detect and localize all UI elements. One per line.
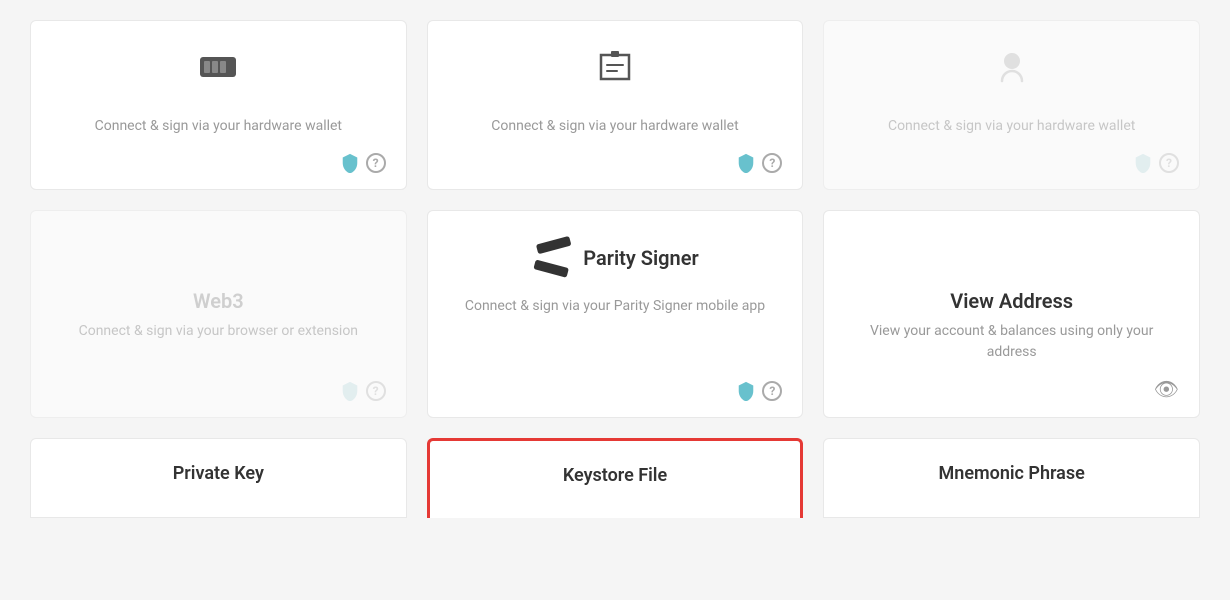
parity-signer-title: Parity Signer xyxy=(583,246,698,270)
shield-icon-1 xyxy=(340,153,360,173)
card-footer-3: ? xyxy=(1133,153,1179,173)
hardware-wallet-icon-1 xyxy=(196,45,240,98)
parity-signer-card[interactable]: Parity Signer Connect & sign via your Pa… xyxy=(427,210,804,418)
parity-signer-icon xyxy=(531,235,575,288)
keystore-file-title: Keystore File xyxy=(563,465,667,486)
question-icon-2[interactable]: ? xyxy=(762,153,782,173)
question-icon-web3: ? xyxy=(366,381,386,401)
card-footer-web3: ? xyxy=(340,381,386,401)
mnemonic-phrase-title: Mnemonic Phrase xyxy=(939,463,1085,484)
hardware-wallet-desc-3: Connect & sign via your hardware wallet xyxy=(888,116,1135,139)
parity-header: Parity Signer xyxy=(531,235,698,288)
bottom-cards-row: Private Key Keystore File Mnemonic Phras… xyxy=(0,438,1230,518)
card-footer-view-address: 👁 xyxy=(1154,377,1179,401)
question-icon-3: ? xyxy=(1159,153,1179,173)
hardware-wallet-card-1[interactable]: Connect & sign via your hardware wallet … xyxy=(30,20,407,190)
web3-card: Web3 Connect & sign via your browser or … xyxy=(30,210,407,418)
view-address-card[interactable]: View Address View your account & balance… xyxy=(823,210,1200,418)
cards-grid: Connect & sign via your hardware wallet … xyxy=(0,10,1230,438)
private-key-title: Private Key xyxy=(173,463,264,484)
shield-icon-parity xyxy=(736,381,756,401)
mnemonic-phrase-card[interactable]: Mnemonic Phrase xyxy=(823,438,1200,518)
view-address-desc: View your account & balances using only … xyxy=(844,321,1179,363)
private-key-card[interactable]: Private Key xyxy=(30,438,407,518)
card-footer-2: ? xyxy=(736,153,782,173)
web3-desc: Connect & sign via your browser or exten… xyxy=(79,321,358,367)
card-footer-1: ? xyxy=(340,153,386,173)
parity-signer-desc: Connect & sign via your Parity Signer mo… xyxy=(465,296,765,367)
keystore-file-card[interactable]: Keystore File xyxy=(427,438,804,518)
question-icon-1[interactable]: ? xyxy=(366,153,386,173)
view-address-title: View Address xyxy=(950,289,1073,313)
shield-icon-web3 xyxy=(340,381,360,401)
hardware-wallet-icon-2 xyxy=(593,45,637,98)
hardware-wallet-desc-2: Connect & sign via your hardware wallet xyxy=(491,116,738,139)
card-footer-parity: ? xyxy=(736,381,782,401)
hardware-wallet-desc-1: Connect & sign via your hardware wallet xyxy=(95,116,342,139)
hardware-wallet-card-3: Connect & sign via your hardware wallet … xyxy=(823,20,1200,190)
hardware-wallet-icon-3 xyxy=(990,45,1034,98)
question-icon-parity[interactable]: ? xyxy=(762,381,782,401)
shield-icon-2 xyxy=(736,153,756,173)
shield-icon-3 xyxy=(1133,153,1153,173)
web3-title: Web3 xyxy=(193,289,244,313)
hardware-wallet-card-2[interactable]: Connect & sign via your hardware wallet … xyxy=(427,20,804,190)
eye-icon: 👁 xyxy=(1154,377,1179,401)
